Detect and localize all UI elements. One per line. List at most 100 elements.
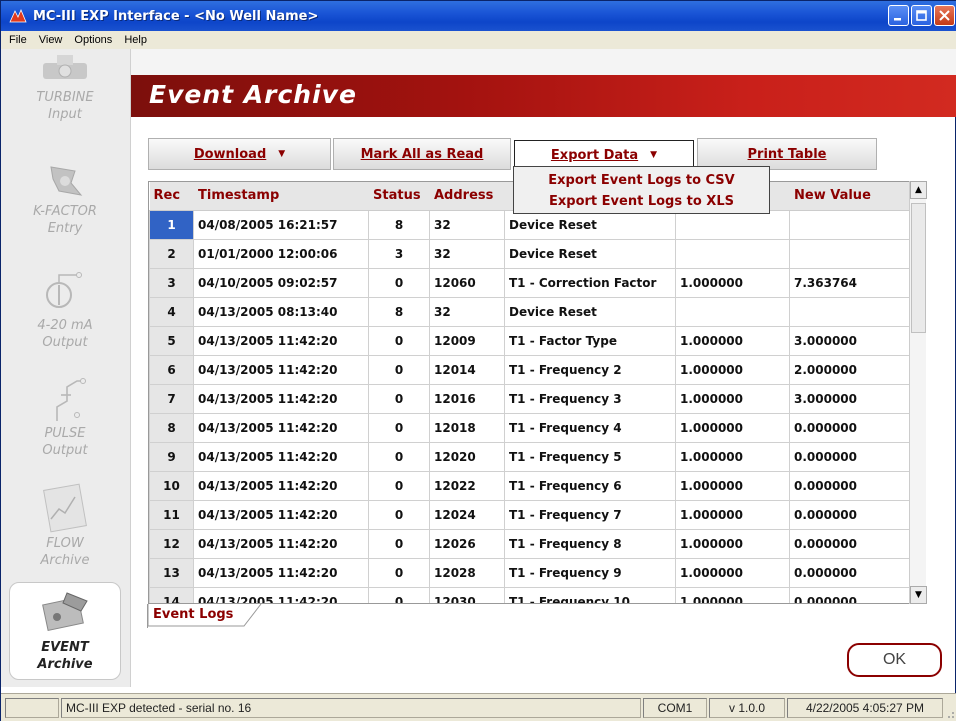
download-button[interactable]: Download ▼ [148,138,331,170]
table-cell-old-value[interactable]: 1.000000 [675,267,790,298]
column-header-rec[interactable]: Rec [149,182,194,211]
table-cell-status[interactable]: 3 [368,238,430,269]
table-cell-address[interactable]: 12022 [429,470,505,501]
table-cell-timestamp[interactable]: 04/13/2005 11:42:20 [193,325,369,356]
table-cell-timestamp[interactable]: 04/13/2005 11:42:20 [193,412,369,443]
table-cell-status[interactable]: 0 [368,557,430,588]
table-cell-rec[interactable]: 11 [149,499,194,530]
table-row[interactable]: 3 04/10/2005 09:02:57 0 12060 T1 - Correctio… [149,267,910,298]
table-cell-rec[interactable]: 14 [149,586,194,603]
table-cell-rec[interactable]: 5 [149,325,194,356]
table-cell-rec[interactable]: 4 [149,296,194,327]
table-cell-rec[interactable]: 9 [149,441,194,472]
export-csv-menu-item[interactable]: Export Event Logs to CSV [514,170,769,191]
table-cell-new-value[interactable]: 0.000000 [789,470,910,501]
table-cell-rec[interactable]: 7 [149,383,194,414]
close-button[interactable] [934,5,955,26]
table-cell-status[interactable]: 0 [368,354,430,385]
sidebar-item-pulse-output[interactable]: PULSE Output [9,371,121,459]
table-cell-rec[interactable]: 1 [149,209,194,240]
menu-help[interactable]: Help [118,34,153,46]
table-cell-old-value[interactable] [675,209,790,240]
table-cell-address[interactable]: 32 [429,238,505,269]
table-cell-description[interactable]: Device Reset [504,296,676,327]
table-cell-rec[interactable]: 10 [149,470,194,501]
table-cell-timestamp[interactable]: 04/13/2005 11:42:20 [193,499,369,530]
column-header-address[interactable]: Address [429,182,505,211]
table-row[interactable]: 10 04/13/2005 11:42:20 0 12022 T1 - Frequenc… [149,470,910,501]
export-xls-menu-item[interactable]: Export Event Logs to XLS [514,191,769,212]
table-cell-status[interactable]: 0 [368,412,430,443]
table-row[interactable]: 14 04/13/2005 11:42:20 0 12030 T1 - Frequenc… [149,586,910,603]
table-cell-status[interactable]: 0 [368,325,430,356]
table-cell-status[interactable]: 0 [368,383,430,414]
sidebar-item-analog-output[interactable]: 4-20 mA Output [9,269,121,351]
table-cell-timestamp[interactable]: 04/13/2005 08:13:40 [193,296,369,327]
table-cell-status[interactable]: 0 [368,441,430,472]
table-cell-timestamp[interactable]: 04/13/2005 11:42:20 [193,586,369,603]
scroll-thumb[interactable] [911,203,926,333]
table-cell-timestamp[interactable]: 04/13/2005 11:42:20 [193,383,369,414]
table-cell-rec[interactable]: 8 [149,412,194,443]
table-row[interactable]: 11 04/13/2005 11:42:20 0 12024 T1 - Frequenc… [149,499,910,530]
table-cell-old-value[interactable] [675,238,790,269]
sidebar-item-turbine-input[interactable]: TURBINE Input [9,53,121,123]
vertical-scrollbar[interactable]: ▲ ▼ [909,181,927,604]
table-row[interactable]: 5 04/13/2005 11:42:20 0 12009 T1 - Factor Ty… [149,325,910,356]
table-cell-rec[interactable]: 12 [149,528,194,559]
table-cell-description[interactable]: T1 - Frequency 6 [504,470,676,501]
table-cell-status[interactable]: 0 [368,470,430,501]
table-cell-description[interactable]: Device Reset [504,209,676,240]
table-cell-status[interactable]: 0 [368,499,430,530]
table-cell-new-value[interactable]: 0.000000 [789,586,910,603]
mark-all-read-button[interactable]: Mark All as Read [333,138,511,170]
table-cell-timestamp[interactable]: 04/13/2005 11:42:20 [193,557,369,588]
table-cell-status[interactable]: 0 [368,528,430,559]
table-row[interactable]: 8 04/13/2005 11:42:20 0 12018 T1 - Frequency… [149,412,910,443]
table-cell-new-value[interactable]: 0.000000 [789,528,910,559]
column-header-status[interactable]: Status [368,182,430,211]
table-cell-description[interactable]: T1 - Correction Factor [504,267,676,298]
table-row[interactable]: 7 04/13/2005 11:42:20 0 12016 T1 - Frequency… [149,383,910,414]
table-cell-old-value[interactable]: 1.000000 [675,557,790,588]
menu-view[interactable]: View [33,34,69,46]
minimize-button[interactable] [888,5,909,26]
menu-options[interactable]: Options [68,34,118,46]
sidebar-item-event-archive[interactable]: EVENT Archive [9,582,121,680]
table-cell-description[interactable]: T1 - Frequency 3 [504,383,676,414]
table-cell-description[interactable]: Device Reset [504,238,676,269]
table-cell-address[interactable]: 12028 [429,557,505,588]
menu-file[interactable]: File [1,34,33,46]
table-cell-new-value[interactable] [789,209,910,240]
table-cell-old-value[interactable]: 1.000000 [675,586,790,603]
table-cell-new-value[interactable]: 7.363764 [789,267,910,298]
table-cell-new-value[interactable]: 0.000000 [789,499,910,530]
table-cell-description[interactable]: T1 - Factor Type [504,325,676,356]
table-cell-new-value[interactable] [789,238,910,269]
table-cell-address[interactable]: 12018 [429,412,505,443]
table-cell-new-value[interactable]: 0.000000 [789,557,910,588]
table-cell-old-value[interactable]: 1.000000 [675,325,790,356]
table-cell-address[interactable]: 12020 [429,441,505,472]
column-header-timestamp[interactable]: Timestamp [193,182,369,211]
table-cell-status[interactable]: 0 [368,586,430,603]
table-cell-rec[interactable]: 6 [149,354,194,385]
table-cell-new-value[interactable]: 3.000000 [789,383,910,414]
table-cell-description[interactable]: T1 - Frequency 10 [504,586,676,603]
table-cell-old-value[interactable]: 1.000000 [675,412,790,443]
resize-grip-icon[interactable] [945,709,955,719]
table-cell-new-value[interactable]: 2.000000 [789,354,910,385]
table-cell-address[interactable]: 12009 [429,325,505,356]
tab-event-logs[interactable]: Event Logs [147,604,262,628]
maximize-button[interactable] [911,5,932,26]
table-cell-timestamp[interactable]: 04/13/2005 11:42:20 [193,470,369,501]
table-cell-status[interactable]: 8 [368,296,430,327]
column-header-new-value[interactable]: New Value [789,182,910,211]
title-bar[interactable]: MC-III EXP Interface - <No Well Name> [1,1,956,31]
table-cell-timestamp[interactable]: 04/13/2005 11:42:20 [193,354,369,385]
table-cell-old-value[interactable]: 1.000000 [675,528,790,559]
table-cell-status[interactable]: 8 [368,209,430,240]
table-row[interactable]: 4 04/13/2005 08:13:40 8 32 Device Reset [149,296,910,327]
sidebar-item-kfactor-entry[interactable]: K-FACTOR Entry [9,161,121,237]
table-cell-new-value[interactable] [789,296,910,327]
